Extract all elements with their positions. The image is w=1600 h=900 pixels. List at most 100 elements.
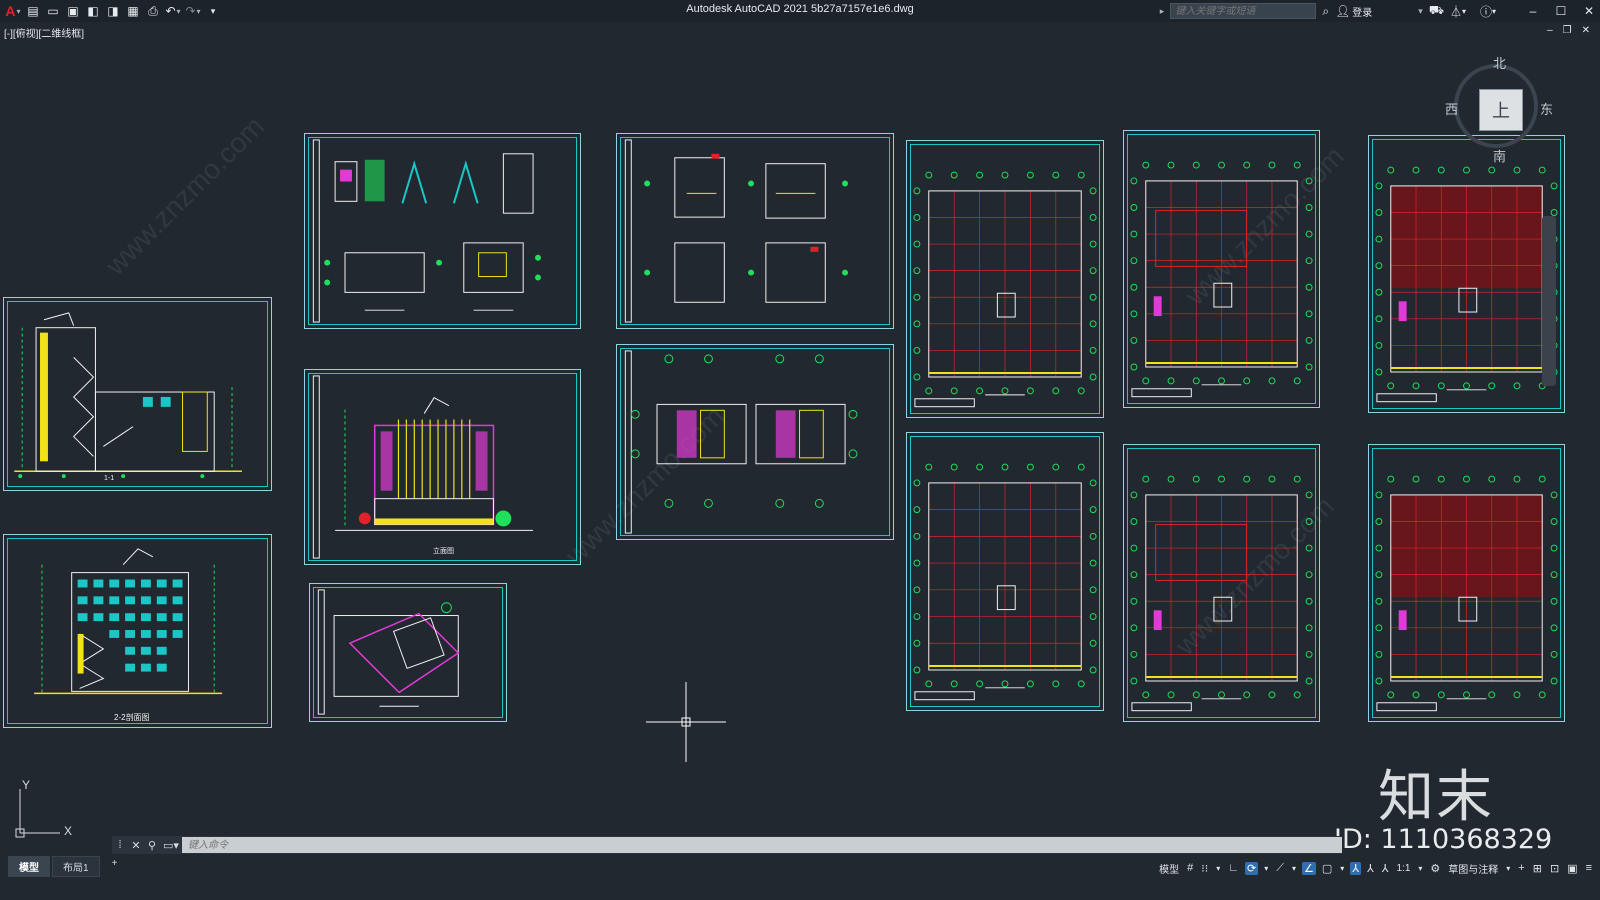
workspace-switch[interactable]: 草图与注释 — [1446, 861, 1500, 876]
view-cube-top-face[interactable]: 上 — [1479, 89, 1523, 131]
section-drawing — [14, 312, 242, 479]
application-menu-icon[interactable]: A ▾ — [4, 2, 22, 20]
floor-plan-drawing — [1130, 475, 1313, 712]
workspace-dropdown-icon[interactable]: ▾ — [1504, 864, 1512, 873]
details-drawing — [312, 139, 541, 323]
chevron-down-icon: ▾ — [16, 6, 21, 16]
model-space-toggle[interactable]: 模型 — [1157, 861, 1181, 876]
search-input[interactable] — [1170, 3, 1317, 19]
object-snap-icon[interactable]: ▢ — [1320, 862, 1334, 875]
sheet-caption: 立面图 — [433, 548, 454, 555]
customize-toolbar-icon[interactable]: ▾ — [204, 2, 222, 20]
isodraft-icon[interactable]: ⟋ — [1274, 862, 1286, 875]
redo-icon[interactable]: ↷ ▾ — [184, 2, 202, 20]
save-icon[interactable]: ▣ — [64, 2, 82, 20]
floor-plan-drawing — [913, 171, 1097, 408]
drawing-sheet-stair-details[interactable] — [616, 133, 894, 329]
cart-icon[interactable]: ⛟ — [1429, 3, 1444, 19]
isodraft-dropdown-icon[interactable]: ▾ — [1290, 864, 1298, 873]
quick-properties-icon[interactable]: ⊡ — [1548, 862, 1561, 875]
drawing-sheet-details-top[interactable] — [304, 133, 581, 329]
ortho-icon[interactable]: ∟ — [1226, 862, 1241, 874]
drawing-sheet-floor-plan-2[interactable] — [906, 432, 1104, 711]
annotation-scale-icon[interactable]: ⅄ — [1380, 862, 1391, 875]
compass-west[interactable]: 西 — [1445, 99, 1458, 118]
auto-scale-icon[interactable]: ⅄ — [1365, 862, 1376, 875]
compass-north[interactable]: 北 — [1493, 53, 1506, 72]
close-drawing-icon[interactable]: ✕ — [1582, 25, 1590, 36]
minimize-drawing-icon[interactable]: – — [1547, 25, 1553, 36]
drawing-sheet-section-1-1[interactable]: 1-1 — [3, 297, 272, 491]
new-file-icon[interactable]: ▤ — [24, 2, 42, 20]
sheet-caption: 1-1 — [104, 475, 115, 482]
units-icon[interactable]: ⊞ — [1531, 862, 1544, 875]
object-snap-dropdown-icon[interactable]: ▾ — [1338, 864, 1346, 873]
customization-menu-icon[interactable]: ≡ — [1584, 862, 1594, 874]
drawing-sheet-section-2-2[interactable]: 2-2剖面图 — [3, 534, 272, 728]
drawing-sheet-floor-plan-3[interactable] — [1123, 130, 1320, 408]
login-dropdown-icon[interactable]: ▾ — [1418, 6, 1423, 17]
workspace-gear-icon[interactable]: ⚙ — [1428, 862, 1442, 875]
command-grip-icon[interactable]: ⁞ — [112, 839, 128, 851]
drawing-sheet-site-plan[interactable] — [309, 583, 507, 722]
login-label[interactable]: 登录 — [1352, 4, 1372, 19]
ucs-icon: Y X — [15, 778, 72, 838]
save-to-web-icon[interactable]: ▦ — [124, 2, 142, 20]
save-as-icon[interactable]: ◧ — [84, 2, 102, 20]
drawing-window-controls: – ❐ ✕ — [1547, 25, 1590, 36]
snap-icon[interactable]: ⁝⁝ — [1199, 862, 1210, 875]
scale-dropdown-icon[interactable]: ▾ — [1416, 864, 1424, 873]
drawing-sheet-floor-plan-6[interactable] — [1368, 444, 1565, 722]
open-from-web-icon[interactable]: ◨ — [104, 2, 122, 20]
stair-plans-drawing — [624, 350, 858, 534]
plot-icon[interactable]: ⎙ — [144, 2, 162, 20]
svg-text:X: X — [64, 824, 72, 838]
undo-icon[interactable]: ↶ ▾ — [164, 2, 182, 20]
watermark-id: ID: 1110368329 — [1334, 824, 1553, 855]
expand-search-icon[interactable]: ▸ — [1160, 6, 1165, 17]
user-icon[interactable]: 👤︎ 登录 — [1335, 4, 1372, 19]
annotation-visibility-icon[interactable]: ⅄ — [1350, 861, 1362, 875]
stair-details-drawing — [624, 139, 849, 323]
open-folder-icon[interactable]: ▭ — [44, 2, 62, 20]
tab-model[interactable]: 模型 — [8, 856, 50, 877]
close-window-button[interactable]: ✕ — [1578, 4, 1600, 18]
maximize-window-button[interactable]: ☐ — [1550, 4, 1572, 18]
view-cube[interactable]: 上 北 南 西 东 — [1445, 56, 1553, 164]
drawing-sheet-elevation[interactable]: 立面图 — [304, 369, 581, 565]
close-command-line-icon[interactable]: ✕ — [128, 839, 144, 852]
command-input[interactable] — [182, 837, 1342, 853]
grid-icon[interactable]: # — [1185, 862, 1195, 874]
vertical-scrollbar[interactable] — [1542, 216, 1556, 386]
drawing-sheet-stair-plans[interactable] — [616, 344, 894, 540]
application-menu-letter: A — [5, 3, 16, 19]
object-snap-tracking-icon[interactable]: ∠ — [1301, 861, 1316, 875]
annotation-scale-value[interactable]: 1:1 — [1394, 863, 1412, 874]
sheet-caption: 2-2剖面图 — [114, 713, 150, 722]
clean-screen-icon[interactable]: ▣ — [1565, 862, 1579, 875]
customize-wrench-icon[interactable]: ⚲ — [144, 839, 160, 852]
restore-drawing-icon[interactable]: ❐ — [1563, 25, 1572, 36]
polar-dropdown-icon[interactable]: ▾ — [1262, 864, 1270, 873]
add-scale-icon[interactable]: + — [1516, 862, 1526, 874]
add-layout-tab[interactable]: + — [102, 856, 128, 877]
site-watermark: www.znzmo.com — [99, 110, 270, 281]
polar-tracking-icon[interactable]: ⟳ — [1245, 861, 1259, 875]
floor-plan-drawing — [1130, 161, 1313, 398]
command-line: ⁞ ✕ ⚲ ▭▾ — [112, 836, 1342, 854]
drawing-sheet-floor-plan-5[interactable] — [1368, 135, 1565, 413]
layout-tabs: 模型 布局1 + — [8, 856, 127, 877]
a360-icon[interactable]: ⏃ ▾ — [1450, 3, 1466, 20]
drawing-sheet-floor-plan-1[interactable] — [906, 140, 1104, 418]
floor-plan-drawing — [913, 463, 1097, 701]
viewport-controls-label[interactable]: [-][俯视][二维线框] — [4, 25, 84, 40]
tab-layout1[interactable]: 布局1 — [52, 856, 100, 877]
compass-south[interactable]: 南 — [1493, 146, 1506, 165]
minimize-window-button[interactable]: – — [1522, 4, 1544, 18]
search-icon[interactable]: ⌕ — [1322, 4, 1329, 19]
drawing-sheet-floor-plan-4[interactable] — [1123, 444, 1320, 722]
compass-east[interactable]: 东 — [1540, 99, 1553, 118]
snap-dropdown-icon[interactable]: ▾ — [1214, 864, 1222, 873]
help-icon[interactable]: ⓘ ▾ — [1480, 3, 1496, 20]
recent-commands-icon[interactable]: ▭▾ — [160, 839, 182, 852]
